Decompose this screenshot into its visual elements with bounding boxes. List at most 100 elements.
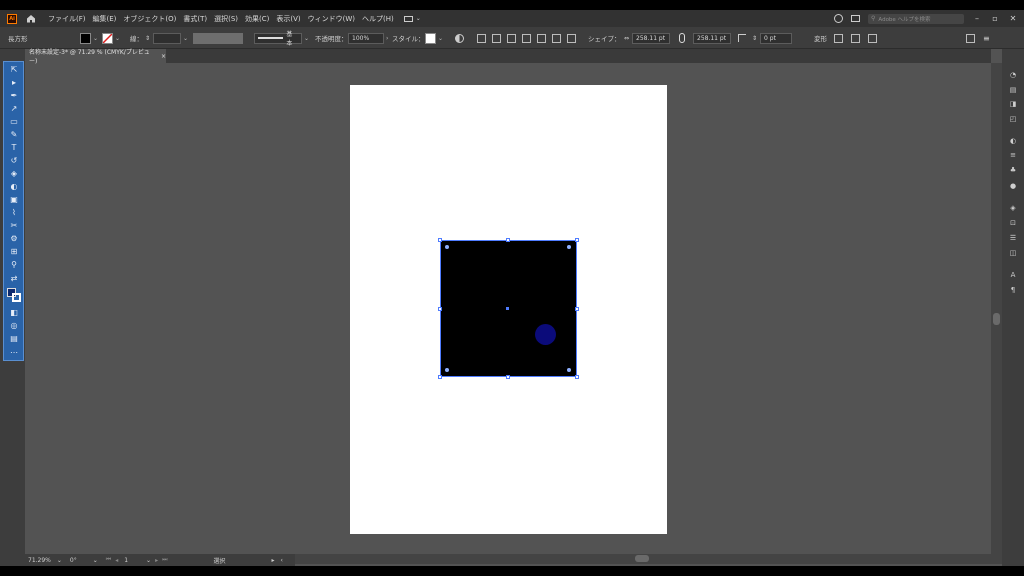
resize-handle-bottom-right[interactable] bbox=[575, 375, 579, 379]
edit-toolbar-icon[interactable]: ⋯ bbox=[9, 348, 19, 358]
shape-label[interactable]: シェイプ： bbox=[588, 27, 621, 49]
drawing-mode-icon[interactable]: ◎ bbox=[9, 321, 19, 331]
menu-object[interactable]: オブジェクト(O) bbox=[123, 14, 176, 24]
next-artboard-icon[interactable]: ▸ bbox=[155, 557, 158, 564]
vertical-scroll-thumb[interactable] bbox=[993, 313, 1000, 325]
help-search-input[interactable]: ⚲ Adobe ヘルプを検索 bbox=[868, 13, 964, 24]
swap-fill-stroke-icon[interactable]: ⇄ bbox=[9, 274, 19, 284]
fill-swatch-group[interactable]: ⌄ bbox=[80, 27, 98, 49]
brush-definition[interactable]: 基本 ⌄ bbox=[254, 27, 309, 49]
shape-builder-tool-icon[interactable]: ◐ bbox=[9, 182, 19, 192]
rotate-tool-icon[interactable]: ↺ bbox=[9, 156, 19, 166]
resize-handle-right[interactable] bbox=[575, 307, 579, 311]
transform-panel-icon[interactable]: ⊡ bbox=[1008, 219, 1018, 228]
color-panel-icon[interactable]: ◨ bbox=[1008, 100, 1018, 109]
menu-help[interactable]: ヘルプ(H) bbox=[362, 14, 394, 24]
resize-handle-bottom-left[interactable] bbox=[438, 375, 442, 379]
menu-type[interactable]: 書式(T) bbox=[183, 14, 207, 24]
color-guide-icon[interactable]: ◰ bbox=[1008, 115, 1018, 124]
status-menu-icon[interactable]: ▸ bbox=[272, 557, 275, 564]
stroke-panel-icon[interactable]: ≡ bbox=[1008, 151, 1018, 160]
zoom-level[interactable]: 71.29% bbox=[28, 557, 51, 564]
symbol-sprayer-tool-icon[interactable]: ⚙ bbox=[9, 234, 19, 244]
artboard-number[interactable]: 1 bbox=[124, 557, 128, 564]
chevron-down-icon[interactable]: ⌄ bbox=[57, 557, 62, 564]
align-top-icon[interactable] bbox=[537, 33, 546, 43]
stroke-color-icon[interactable] bbox=[12, 293, 21, 302]
corner-widget[interactable] bbox=[445, 368, 449, 372]
menu-effect[interactable]: 効果(C) bbox=[245, 14, 269, 24]
eyedropper-tool-icon[interactable]: ⌇ bbox=[9, 208, 19, 218]
opacity-field[interactable]: 100% bbox=[348, 32, 384, 44]
selection-tool-icon[interactable]: ⇱ bbox=[9, 65, 19, 75]
scroll-left-icon[interactable]: ‹ bbox=[281, 557, 283, 564]
variable-width-field[interactable] bbox=[193, 32, 243, 44]
type-tool-icon[interactable]: T bbox=[9, 143, 19, 153]
stroke-weight-stepper[interactable]: ⇕ ⌄ bbox=[145, 27, 188, 49]
minimize-button[interactable]: – bbox=[972, 14, 982, 23]
eraser-tool-icon[interactable]: ◈ bbox=[9, 169, 19, 179]
menu-file[interactable]: ファイル(F) bbox=[48, 14, 86, 24]
recolor-icon[interactable] bbox=[455, 27, 464, 49]
constrain-proportions-icon[interactable] bbox=[679, 27, 685, 49]
align-panel-icon[interactable]: ☰ bbox=[1008, 234, 1018, 243]
rectangle-tool-icon[interactable]: ▭ bbox=[9, 117, 19, 127]
pencil-tool-icon[interactable]: ✎ bbox=[9, 130, 19, 140]
workspace-switcher[interactable]: ⌄ bbox=[403, 15, 421, 22]
brush-definition-field[interactable]: 基本 bbox=[254, 31, 302, 47]
character-panel-icon[interactable]: A bbox=[1008, 271, 1018, 280]
gradient-tool-icon[interactable]: ▣ bbox=[9, 195, 19, 205]
pathfinder-panel-icon[interactable]: ◫ bbox=[1008, 249, 1018, 258]
appearance-panel-icon[interactable]: ● bbox=[1008, 182, 1018, 191]
screen-mode-icon[interactable]: ▤ bbox=[9, 334, 19, 344]
close-window-button[interactable]: ✕ bbox=[1008, 14, 1018, 23]
align-bottom-icon[interactable] bbox=[567, 33, 576, 43]
libraries-panel-icon[interactable]: ▤ bbox=[1008, 86, 1018, 95]
rotation-value[interactable]: 0° bbox=[70, 557, 77, 564]
swatches-panel-icon[interactable]: ◐ bbox=[1008, 137, 1018, 146]
stroke-swatch-group[interactable]: ⌄ bbox=[102, 27, 120, 49]
isolate-icon[interactable] bbox=[834, 33, 843, 43]
menu-window[interactable]: ウィンドウ(W) bbox=[308, 14, 355, 24]
select-similar-icon[interactable] bbox=[966, 33, 975, 43]
opacity-control[interactable]: 100% › bbox=[348, 27, 388, 49]
previous-artboard-icon[interactable]: ◂ bbox=[115, 557, 118, 564]
warp-icon[interactable] bbox=[868, 33, 877, 43]
align-center-icon[interactable] bbox=[507, 33, 516, 43]
shape-width-control[interactable]: ⇔ 258.11 pt bbox=[624, 27, 671, 49]
corner-widget[interactable] bbox=[567, 245, 571, 249]
last-artboard-icon[interactable]: ⏭ bbox=[162, 556, 167, 564]
align-middle-icon[interactable] bbox=[552, 33, 561, 43]
stroke-none-swatch[interactable] bbox=[102, 32, 113, 44]
transform-label[interactable]: 変形 bbox=[814, 27, 827, 49]
graphic-style-swatch[interactable] bbox=[425, 32, 436, 44]
vertical-scrollbar[interactable] bbox=[991, 63, 1002, 564]
fill-stroke-swatch[interactable] bbox=[7, 288, 21, 302]
resize-handle-top[interactable] bbox=[506, 238, 510, 242]
stroke-weight-field[interactable] bbox=[153, 32, 182, 44]
menu-view[interactable]: 表示(V) bbox=[276, 14, 300, 24]
corner-type-icon[interactable] bbox=[738, 27, 746, 49]
pen-tool-icon[interactable]: ✒ bbox=[9, 91, 19, 101]
arrange-documents-icon[interactable] bbox=[851, 15, 860, 22]
shape-height-field[interactable]: 258.11 pt bbox=[693, 32, 731, 44]
first-artboard-icon[interactable]: ⏮ bbox=[106, 556, 111, 564]
corner-radius-field[interactable]: 0 pt bbox=[760, 32, 793, 44]
horizontal-scrollbar[interactable] bbox=[295, 554, 991, 564]
chevron-right-icon[interactable]: › bbox=[386, 35, 388, 42]
resize-handle-left[interactable] bbox=[438, 307, 442, 311]
artboard-tool-icon[interactable]: ⊞ bbox=[9, 247, 19, 257]
shape-height-control[interactable]: 258.11 pt bbox=[693, 27, 731, 49]
align-to-icon[interactable] bbox=[477, 33, 486, 43]
symbols-panel-icon[interactable]: ♣ bbox=[1008, 166, 1018, 175]
account-icon[interactable] bbox=[834, 14, 843, 23]
graphic-style-picker[interactable]: ⌄ bbox=[425, 27, 443, 49]
curvature-tool-icon[interactable]: ↗ bbox=[9, 104, 19, 114]
properties-panel-icon[interactable]: ◔ bbox=[1008, 71, 1018, 80]
fill-swatch[interactable] bbox=[80, 32, 91, 44]
resize-handle-bottom[interactable] bbox=[506, 375, 510, 379]
variable-width-profile[interactable] bbox=[193, 27, 243, 49]
resize-handle-top-left[interactable] bbox=[438, 238, 442, 242]
horizontal-scroll-thumb[interactable] bbox=[635, 555, 649, 562]
blend-tool-icon[interactable]: ✂ bbox=[9, 221, 19, 231]
